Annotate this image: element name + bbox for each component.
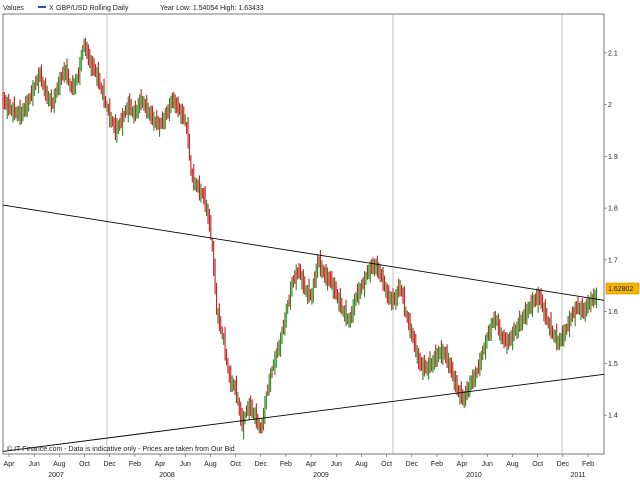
x-month-label: Dec bbox=[255, 461, 268, 468]
x-month-label: Feb bbox=[582, 461, 594, 468]
x-month-label: Jun bbox=[29, 461, 40, 468]
x-axis: Apr Jun Aug Oct Dec Feb Apr Jun Aug Oct Dec Feb Apr J… bbox=[4, 454, 594, 479]
x-month-label: Feb bbox=[129, 461, 141, 468]
x-month-label: Apr bbox=[306, 461, 318, 468]
x-month-label: Oct bbox=[381, 461, 392, 468]
x-month-label: Aug bbox=[355, 461, 368, 468]
y-tick-label: 1.7 bbox=[608, 257, 618, 264]
x-month-label: Dec bbox=[557, 461, 570, 468]
x-month-label: Jun bbox=[180, 461, 191, 468]
legend-close-icon[interactable]: X bbox=[49, 5, 54, 12]
year-range-text: Year Low: 1.54054 High: 1.63433 bbox=[160, 5, 264, 12]
x-month-label: Jun bbox=[331, 461, 342, 468]
y-axis: 2.1 2 1.9 1.8 1.7 1.6 1.5 1.4 bbox=[604, 50, 618, 420]
x-month-label: Dec bbox=[103, 461, 116, 468]
plot-area bbox=[2, 13, 605, 455]
x-year-label: 2010 bbox=[466, 472, 482, 479]
values-label: Values bbox=[3, 5, 24, 12]
x-month-label: Oct bbox=[230, 461, 241, 468]
x-month-label: Feb bbox=[431, 461, 443, 468]
y-tick-label: 1.6 bbox=[608, 309, 618, 316]
price-chart: Values X GBP/USD Rolling Daily Year Low:… bbox=[2, 5, 640, 479]
x-month-label: Oct bbox=[532, 461, 543, 468]
x-year-label: 2011 bbox=[570, 472, 585, 479]
y-tick-label: 2 bbox=[608, 102, 612, 109]
y-tick-label: 2.1 bbox=[608, 50, 618, 57]
x-year-label: 2007 bbox=[48, 472, 64, 479]
last-price-label: 1.62802 bbox=[608, 286, 633, 293]
x-year-label: 2008 bbox=[159, 472, 175, 479]
x-month-label: Apr bbox=[457, 461, 469, 468]
y-tick-label: 1.5 bbox=[608, 361, 618, 368]
x-month-label: Aug bbox=[204, 461, 217, 468]
x-month-label: Apr bbox=[155, 461, 167, 468]
copyright-note: © IT-Finance.com - Data is indicative on… bbox=[7, 445, 235, 453]
legend-series-label: GBP/USD Rolling Daily bbox=[56, 5, 129, 12]
last-price-marker: 1.62802 bbox=[605, 282, 640, 295]
y-tick-label: 1.9 bbox=[608, 154, 618, 161]
x-month-label: Oct bbox=[79, 461, 90, 468]
y-tick-label: 1.8 bbox=[608, 206, 618, 213]
x-year-label: 2009 bbox=[313, 472, 329, 479]
x-month-label: Aug bbox=[53, 461, 66, 468]
x-month-label: Dec bbox=[406, 461, 419, 468]
x-month-label: Feb bbox=[280, 461, 292, 468]
x-month-label: Apr bbox=[4, 461, 16, 468]
x-month-label: Aug bbox=[506, 461, 519, 468]
y-tick-label: 1.4 bbox=[608, 413, 618, 420]
x-month-label: Jun bbox=[482, 461, 493, 468]
